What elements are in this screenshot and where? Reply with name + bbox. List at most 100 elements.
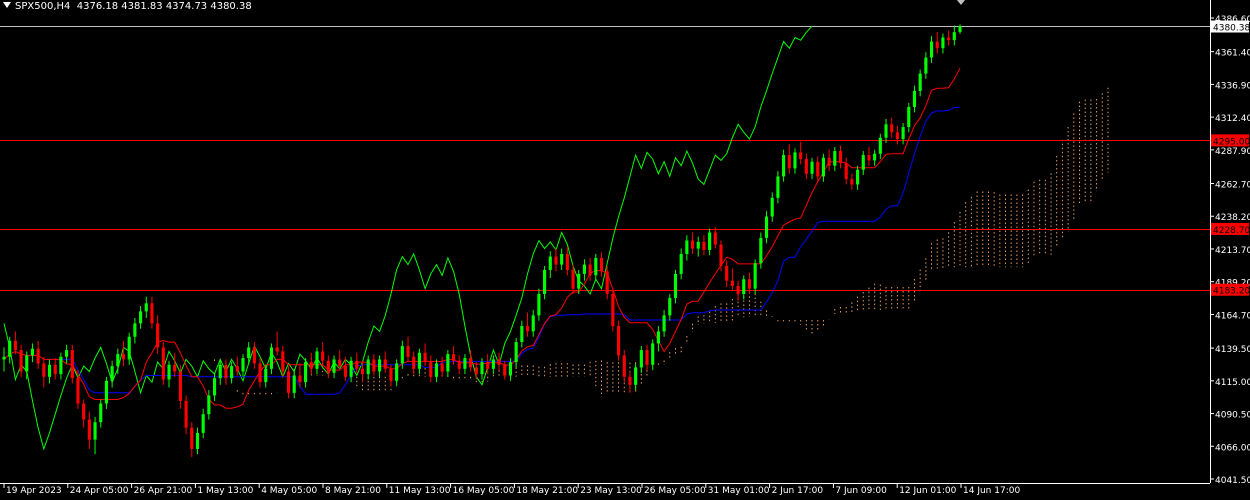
candle-body [599,257,604,272]
chart-window[interactable]: SPX500,H4 4376.18 4381.83 4374.73 4380.3… [0,0,1250,500]
candle-body [383,359,387,369]
candle-body [47,364,52,377]
candle-body [156,323,160,348]
time-tick-label: 19 Apr 2023 [6,486,62,496]
candle-body [326,360,330,373]
price-tick-label: 4139.50 [1215,345,1250,355]
candle-body [76,378,80,404]
candle-body [304,362,308,383]
candle-body [611,293,615,327]
candle-body [782,155,786,177]
candle-body [708,232,712,250]
price-tick-label: 4361.40 [1215,49,1250,59]
candle-body [873,153,877,161]
candle-body [548,256,552,270]
candle-body [713,232,717,245]
candle-body [93,422,97,440]
candle-body [508,362,513,376]
candle-body [110,366,114,381]
candle-body [543,269,547,294]
candle-body [372,359,376,372]
candle-body [656,331,660,344]
candle-body [747,279,752,289]
candle-body [799,152,803,160]
candle-body [617,326,621,356]
candle-body [281,351,285,372]
candle-body [838,151,843,164]
candle-body [70,350,74,379]
price-tick-label: 4213.70 [1215,246,1250,256]
candle-body [116,354,120,367]
time-tick-label: 14 Jun 17:00 [963,486,1020,496]
candle-body [753,263,757,289]
candle-body [195,432,200,449]
candle-body [804,159,808,174]
time-tick-label: 24 Apr 05:00 [70,486,129,496]
candle-body [423,352,427,363]
candle-body [65,350,69,357]
candle-body [730,280,734,286]
time-tick-label: 16 May 05:00 [453,486,515,496]
candle [611,288,615,332]
candle [617,320,621,361]
candle-body [582,264,586,274]
price-tick-label: 4287.90 [1215,147,1250,157]
candle-body [856,169,860,185]
candle-body [770,197,774,217]
candle-body [679,253,683,274]
candle-body [696,241,700,249]
candle-body [844,163,848,180]
candle-body [554,256,558,265]
price-chart[interactable]: 4386.604361.404336.904312.404287.904262.… [0,0,1250,500]
candle-body [161,347,165,380]
candle-body [53,364,57,375]
candle-body [144,303,148,312]
candle-body [104,380,108,404]
candle-body [298,375,302,383]
time-tick-label: 8 May 21:00 [325,486,381,496]
candle-body [315,351,319,369]
candle-body [736,285,740,294]
candle-body [833,151,837,166]
candle-body [360,368,365,375]
time-tick-label: 4 May 05:00 [261,486,317,496]
candle-body [133,323,137,337]
candle-body [952,32,956,41]
candle-body [491,359,495,369]
candle-body [235,366,239,372]
candle-body [395,363,399,381]
candle-body [690,240,695,249]
candle-body [417,352,421,369]
candle-body [577,273,581,289]
candle-body [25,355,29,372]
price-tick-label: 4336.90 [1215,81,1250,91]
candle-body [269,347,274,369]
candle-body [702,241,706,250]
candle-body [2,356,6,360]
candle-body [787,155,791,169]
candle-body [725,265,729,281]
candle [70,344,74,384]
candle-body [8,340,12,357]
chart-info-label: SPX500,H4 4376.18 4381.83 4374.73 4380.3… [3,1,252,12]
candle-body [13,340,17,351]
candle-body [252,347,256,364]
candle-body [150,303,154,324]
candle-body [525,326,530,332]
candle-body [167,364,171,380]
candle-body [929,41,934,58]
candle-body [810,161,814,174]
candle-body [30,348,35,356]
candle-body [355,360,359,369]
chart-menu-icon[interactable] [3,2,11,8]
candle-body [878,137,882,154]
time-tick-label: 31 May 01:00 [708,486,770,496]
candle [161,342,165,385]
candle-body [275,347,279,352]
candle-body [918,73,922,91]
candle-body [451,354,456,361]
price-tick-label: 4115.00 [1215,378,1250,388]
level-price-label: 4183.20 [1213,287,1250,297]
price-tick-label: 4090.50 [1215,411,1250,421]
time-tick-label: 26 May 05:00 [644,486,706,496]
